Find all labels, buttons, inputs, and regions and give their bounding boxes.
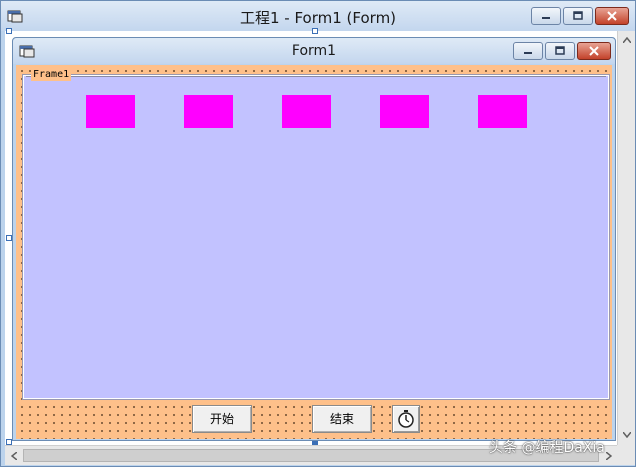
chevron-up-icon xyxy=(623,37,631,43)
restore-icon xyxy=(573,11,583,20)
shape-3[interactable] xyxy=(282,95,331,128)
form1-client-area[interactable]: Frame1 开始 结束 xyxy=(16,65,612,439)
minimize-icon xyxy=(542,17,550,19)
form1-window[interactable]: Form1 Frame1 开始 结束 xyxy=(12,37,616,441)
scroll-up-button[interactable] xyxy=(618,32,636,48)
resize-handle-top-left xyxy=(6,28,12,34)
form1-titlebar[interactable]: Form1 xyxy=(13,38,615,64)
close-icon xyxy=(589,46,599,56)
minimize-icon xyxy=(524,52,532,54)
frame1[interactable]: Frame1 xyxy=(22,69,610,400)
end-button[interactable]: 结束 xyxy=(312,405,372,433)
timer-control[interactable] xyxy=(392,405,420,433)
stopwatch-icon xyxy=(398,410,414,428)
chevron-left-icon xyxy=(11,452,17,460)
frame1-caption: Frame1 xyxy=(31,69,72,81)
vertical-scrollbar[interactable] xyxy=(617,31,635,445)
frame-border-line xyxy=(26,76,606,77)
shape-4[interactable] xyxy=(380,95,429,128)
scrollbar-corner xyxy=(617,445,635,465)
restore-icon xyxy=(555,46,565,55)
form1-maximize-button[interactable] xyxy=(545,42,575,60)
scroll-down-button[interactable] xyxy=(618,427,636,443)
chevron-right-icon xyxy=(606,452,612,460)
close-icon xyxy=(607,11,617,21)
watermark-text: 头条 @编程DaXia xyxy=(489,440,605,456)
shape-5[interactable] xyxy=(478,95,527,128)
ide-form-designer-window: 工程1 - Form1 (Form) Form1 Frame1 开始 结束 头条… xyxy=(0,0,636,467)
outer-close-button[interactable] xyxy=(595,7,629,25)
scroll-left-button[interactable] xyxy=(6,448,22,464)
outer-maximize-button[interactable] xyxy=(563,7,593,25)
form1-close-button[interactable] xyxy=(577,42,611,60)
resize-handle-top xyxy=(312,28,318,34)
outer-titlebar[interactable]: 工程1 - Form1 (Form) xyxy=(1,1,635,31)
start-button[interactable]: 开始 xyxy=(192,405,252,433)
chevron-down-icon xyxy=(623,432,631,438)
outer-minimize-button[interactable] xyxy=(531,7,561,25)
form1-minimize-button[interactable] xyxy=(513,42,543,60)
shape-1[interactable] xyxy=(86,95,135,128)
shape-2[interactable] xyxy=(184,95,233,128)
